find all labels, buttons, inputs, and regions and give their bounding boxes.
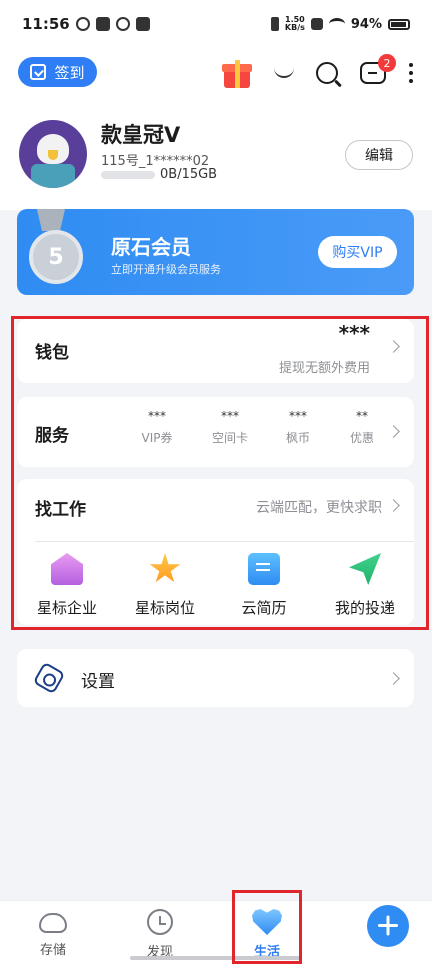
checkin-button[interactable]: 签到 (18, 57, 97, 87)
service-coins[interactable]: *** 枫币 (273, 409, 323, 446)
jobs-slogan[interactable]: 云端匹配，更快求职 (256, 497, 382, 517)
paper-plane-icon (349, 553, 381, 585)
wallet-card[interactable]: 钱包 *** 提现无额外费用 (17, 319, 414, 383)
net-speed: 1.50 KB/s (285, 16, 305, 32)
search-icon[interactable] (316, 62, 338, 84)
job-item-label: 星标企业 (36, 599, 97, 617)
vip-banner[interactable]: 5 原石会员 立即开通升级会员服务 购买VIP (17, 209, 414, 295)
job-my-applications[interactable]: 我的投递 (315, 553, 415, 618)
no-sim-icon (310, 18, 323, 30)
divider (35, 541, 414, 542)
chevron-right-icon (387, 340, 400, 353)
jobs-card: 找工作 云端匹配，更快求职 星标企业 星标岗位 云简历 我的投递 (17, 479, 414, 625)
chevron-right-icon[interactable] (387, 499, 400, 512)
message-badge: 2 (378, 54, 396, 72)
star-icon (149, 553, 181, 583)
checkin-label: 签到 (54, 63, 85, 82)
chevron-right-icon (387, 672, 400, 685)
wallet-title: 钱包 (35, 343, 69, 363)
job-starred-companies[interactable]: 星标企业 (17, 553, 117, 618)
username: 款皇冠V (101, 123, 181, 147)
wallet-balance: *** (338, 321, 370, 345)
calendar-check-icon (30, 64, 47, 80)
service-discount[interactable]: ** 优惠 (337, 409, 387, 446)
more-vertical-icon[interactable] (408, 63, 414, 83)
medal-ribbon (36, 209, 66, 231)
hide-eye-icon[interactable] (274, 68, 294, 78)
wifi-icon (328, 18, 345, 30)
heart-icon (252, 909, 282, 935)
status-bar: 11:56 1.50 KB/s 94% (0, 0, 432, 48)
service-value: *** (148, 409, 166, 423)
jobs-title[interactable]: 找工作 (35, 495, 86, 520)
settings-icon (32, 661, 66, 695)
vip-title: 原石会员 (111, 235, 191, 259)
notification-icon (75, 17, 90, 31)
net-speed-unit: KB/s (284, 23, 305, 32)
service-label: VIP券 (141, 431, 173, 445)
settings-label: 设置 (81, 672, 115, 692)
building-icon (51, 553, 83, 585)
home-indicator[interactable] (130, 956, 302, 960)
wallet-note: 提现无额外费用 (278, 361, 370, 376)
service-label: 优惠 (349, 431, 374, 445)
gift-icon[interactable] (222, 58, 252, 88)
settings-row[interactable]: 设置 (17, 649, 414, 707)
battery-icon (388, 18, 410, 30)
job-item-label: 星标岗位 (134, 599, 195, 617)
status-time: 11:56 (22, 15, 70, 33)
avatar[interactable] (19, 120, 87, 188)
service-vip-coupon[interactable]: *** VIP券 (132, 409, 182, 446)
vibrate-icon (270, 17, 279, 31)
nav-storage[interactable]: 存储 (23, 909, 83, 958)
job-starred-positions[interactable]: 星标岗位 (115, 553, 215, 618)
service-label: 枫币 (285, 431, 310, 445)
nav-discover[interactable]: 发现 (130, 909, 190, 960)
add-button[interactable] (367, 905, 409, 947)
medal-icon: 5 (29, 230, 83, 284)
job-item-label: 我的投递 (334, 599, 395, 617)
clock-icon (147, 909, 173, 935)
service-value: ** (356, 409, 368, 423)
nav-label: 存储 (39, 943, 66, 958)
vip-subtitle: 立即开通升级会员服务 (111, 263, 221, 276)
service-space-card[interactable]: *** 空间卡 (205, 409, 255, 446)
job-cloud-resume[interactable]: 云简历 (214, 553, 314, 618)
cloud-icon (39, 913, 67, 933)
resume-icon (248, 553, 280, 585)
service-value: *** (221, 409, 239, 423)
services-card[interactable]: 服务 *** VIP券 *** 空间卡 *** 枫币 ** 优惠 (17, 397, 414, 467)
chevron-right-icon (387, 425, 400, 438)
grid-notification-icon (135, 17, 150, 31)
bottom-nav: 存储 发现 生活 (0, 900, 432, 964)
service-label: 空间卡 (211, 431, 248, 445)
battery-percent: 94% (350, 16, 382, 32)
job-item-label: 云简历 (241, 599, 287, 617)
storage-usage: 0B/15GB (160, 167, 218, 182)
app-notification-icon (115, 17, 130, 31)
edit-profile-button[interactable]: 编辑 (345, 140, 413, 170)
top-toolbar: 2 (222, 54, 414, 88)
buy-vip-button[interactable]: 购买VIP (318, 236, 397, 268)
tiktok-icon (95, 17, 110, 31)
service-value: *** (289, 409, 307, 423)
storage-progress-bar (101, 171, 155, 179)
services-title: 服务 (35, 426, 69, 446)
nav-life[interactable]: 生活 (237, 909, 297, 960)
message-icon[interactable]: 2 (360, 54, 396, 84)
profile-header: 签到 2 款皇冠V 115号_1******02 0B/15GB 编辑 (0, 48, 432, 210)
